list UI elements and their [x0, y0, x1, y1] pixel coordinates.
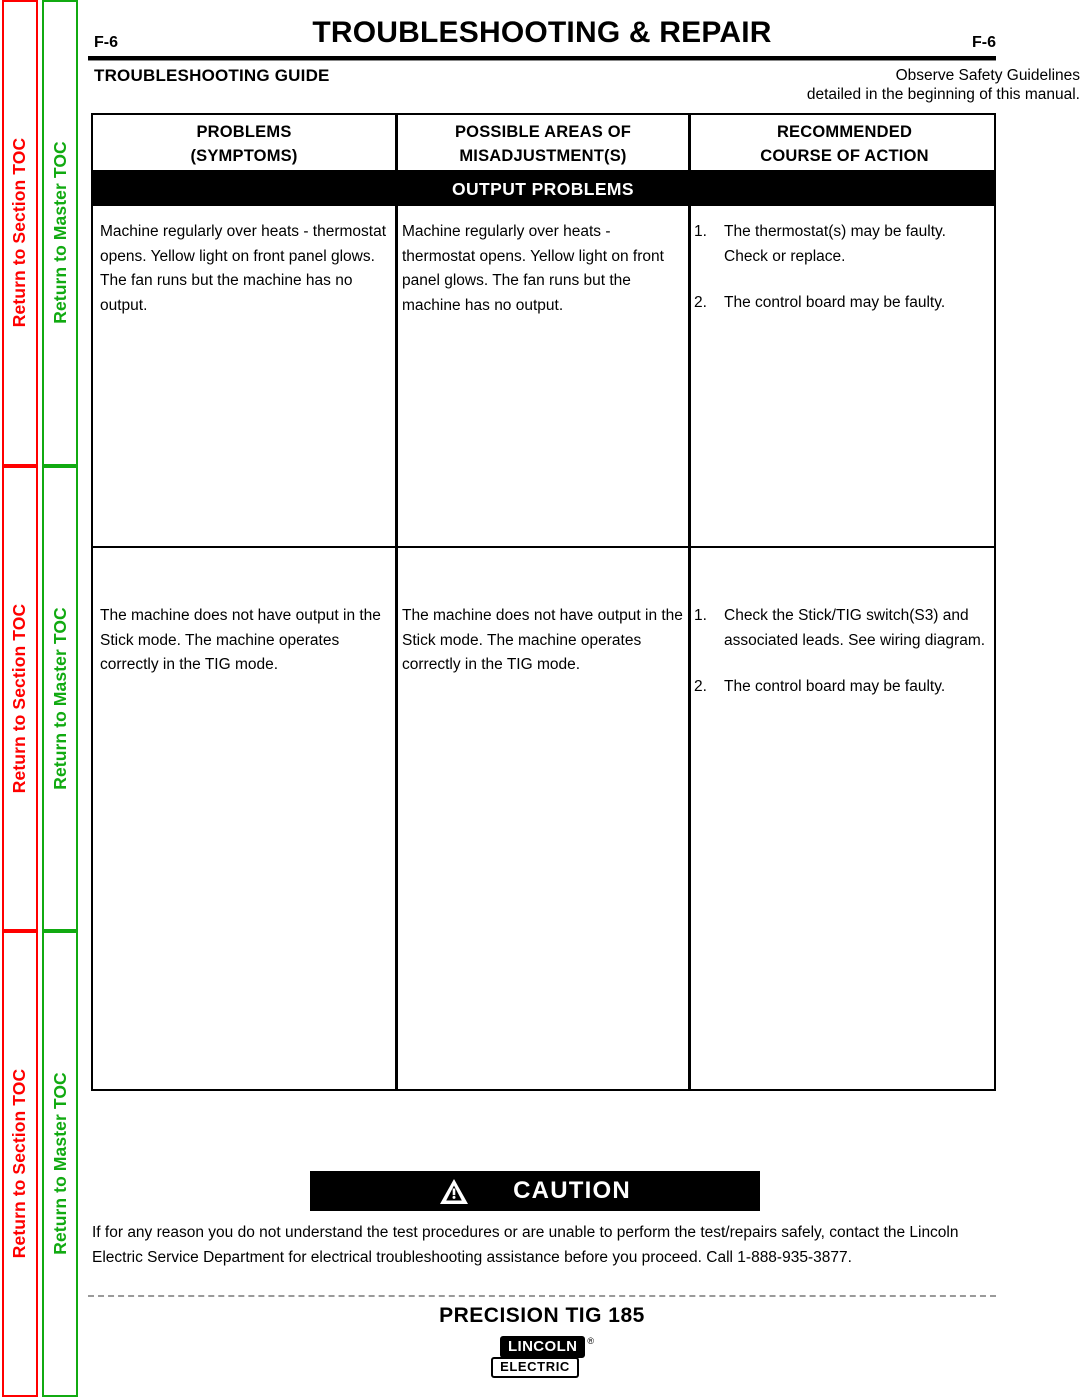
list-item-number: 1.	[694, 223, 707, 240]
sidebar-item-return-to-section-toc[interactable]: Return to Section TOC	[2, 0, 38, 466]
section-heading: TROUBLESHOOTING GUIDE	[94, 66, 330, 85]
safety-note-line-2: detailed in the beginning of this manual…	[806, 86, 1080, 103]
table-section-band: OUTPUT PROBLEMS	[90, 172, 996, 206]
safety-note: Observe Safety Guidelines detailed in th…	[680, 66, 1080, 104]
list-item-number: 2.	[694, 294, 707, 312]
list-item: 1. Check the Stick/TIG switch(S3) and as…	[694, 604, 994, 653]
column-header-line-1: POSSIBLE AREAS OF	[454, 123, 632, 141]
list-item: 2. The control board may be faulty.	[694, 291, 994, 316]
troubleshooting-guide-table: PROBLEMS (SYMPTOMS) POSSIBLE AREAS OF MI…	[90, 113, 996, 1091]
sidebar-item-label: Return to Section TOC	[9, 138, 30, 328]
sidebar-item-label: Return to Master TOC	[49, 1072, 70, 1256]
column-divider	[395, 115, 398, 1089]
page-header: F-6 TROUBLESHOOTING & REPAIR F-6	[88, 16, 996, 58]
sidebar-item-return-to-master-toc[interactable]: Return to Master TOC	[42, 931, 78, 1397]
sidebar-item-return-to-master-toc[interactable]: Return to Master TOC	[42, 0, 78, 466]
table-cell-symptoms: Machine regularly over heats - thermosta…	[100, 223, 387, 314]
document-page: F-6 TROUBLESHOOTING & REPAIR F-6 TROUBLE…	[88, 0, 1080, 1397]
sidebar-item-return-to-section-toc[interactable]: Return to Section TOC	[2, 931, 38, 1397]
sidebar-column-section-toc: Return to Section TOC Return to Section …	[2, 0, 38, 1397]
table-cell-symptoms: The machine does not have output in the …	[100, 607, 381, 674]
list-item-number: 2.	[694, 678, 707, 696]
table-header-row: PROBLEMS (SYMPTOMS) POSSIBLE AREAS OF MI…	[93, 115, 994, 172]
list-item-text: Check the Stick/TIG switch(S3) and assoc…	[724, 607, 986, 649]
table-column-header-misadjustments: POSSIBLE AREAS OF MISADJUSTMENT(S)	[398, 120, 688, 168]
sidebar-item-return-to-master-toc[interactable]: Return to Master TOC	[42, 465, 78, 932]
list-item-text: The control board may be faulty.	[724, 678, 946, 696]
sidebar-item-label: Return to Section TOC	[9, 603, 30, 794]
sidebar-item-return-to-section-toc[interactable]: Return to Section TOC	[2, 465, 38, 932]
caution-body-text: If for any reason you do not understand …	[92, 1224, 959, 1266]
warning-triangle-icon	[439, 1178, 469, 1205]
table-cell-misadjustments: Machine regularly over heats - thermosta…	[402, 223, 664, 314]
page-title: TROUBLESHOOTING & REPAIR	[312, 16, 772, 49]
table-column-header-problems: PROBLEMS (SYMPTOMS)	[93, 120, 395, 168]
logo-secondary-text: ELECTRIC	[491, 1357, 579, 1378]
footer-dashed-divider	[88, 1295, 996, 1297]
caution-label: CAUTION	[513, 1177, 631, 1204]
table-cell-actions: 1. The thermostat(s) may be faulty. Chec…	[694, 220, 994, 316]
sidebar-item-label: Return to Master TOC	[49, 141, 70, 325]
table-column-header-course-of-action: RECOMMENDED COURSE OF ACTION	[691, 120, 998, 168]
column-divider	[688, 115, 691, 1089]
list-item-text: The thermostat(s) may be faulty. Check o…	[724, 223, 946, 265]
registered-trademark-icon: ®	[587, 1336, 595, 1346]
column-header-line-2: (SYMPTOMS)	[190, 147, 298, 165]
sidebar-column-master-toc: Return to Master TOC Return to Master TO…	[42, 0, 78, 1397]
logo-primary-text: LINCOLN	[499, 1336, 586, 1358]
caution-banner: CAUTION	[310, 1171, 760, 1211]
list-item-text: The control board may be faulty.	[724, 294, 946, 312]
list-item: 1. The thermostat(s) may be faulty. Chec…	[694, 220, 994, 269]
page-number-right: F-6	[972, 34, 996, 51]
list-item-number: 1.	[694, 607, 707, 624]
action-list: 1. Check the Stick/TIG switch(S3) and as…	[694, 604, 994, 700]
header-rule-divider	[88, 56, 996, 61]
footer-model-name: PRECISION TIG 185	[439, 1304, 645, 1327]
list-item: 2. The control board may be faulty.	[694, 675, 994, 700]
column-header-line-2: MISADJUSTMENT(S)	[459, 147, 627, 165]
safety-note-line-1: Observe Safety Guidelines	[895, 67, 1080, 84]
table-cell-actions: 1. Check the Stick/TIG switch(S3) and as…	[694, 604, 994, 700]
sidebar-item-label: Return to Section TOC	[9, 1069, 30, 1259]
sidebar-nav-strips: Return to Section TOC Return to Section …	[0, 0, 82, 1397]
table-cell-misadjustments: The machine does not have output in the …	[402, 607, 683, 674]
sidebar-item-label: Return to Master TOC	[49, 607, 70, 790]
column-header-line-1: RECOMMENDED	[776, 123, 913, 141]
action-list: 1. The thermostat(s) may be faulty. Chec…	[694, 220, 994, 316]
column-header-line-1: PROBLEMS	[196, 123, 292, 141]
brand-logo: LINCOLN ® ELECTRIC	[88, 1336, 996, 1378]
row-divider	[93, 546, 994, 548]
column-header-line-2: COURSE OF ACTION	[760, 147, 929, 165]
logo-primary-row: LINCOLN ®	[499, 1336, 595, 1358]
